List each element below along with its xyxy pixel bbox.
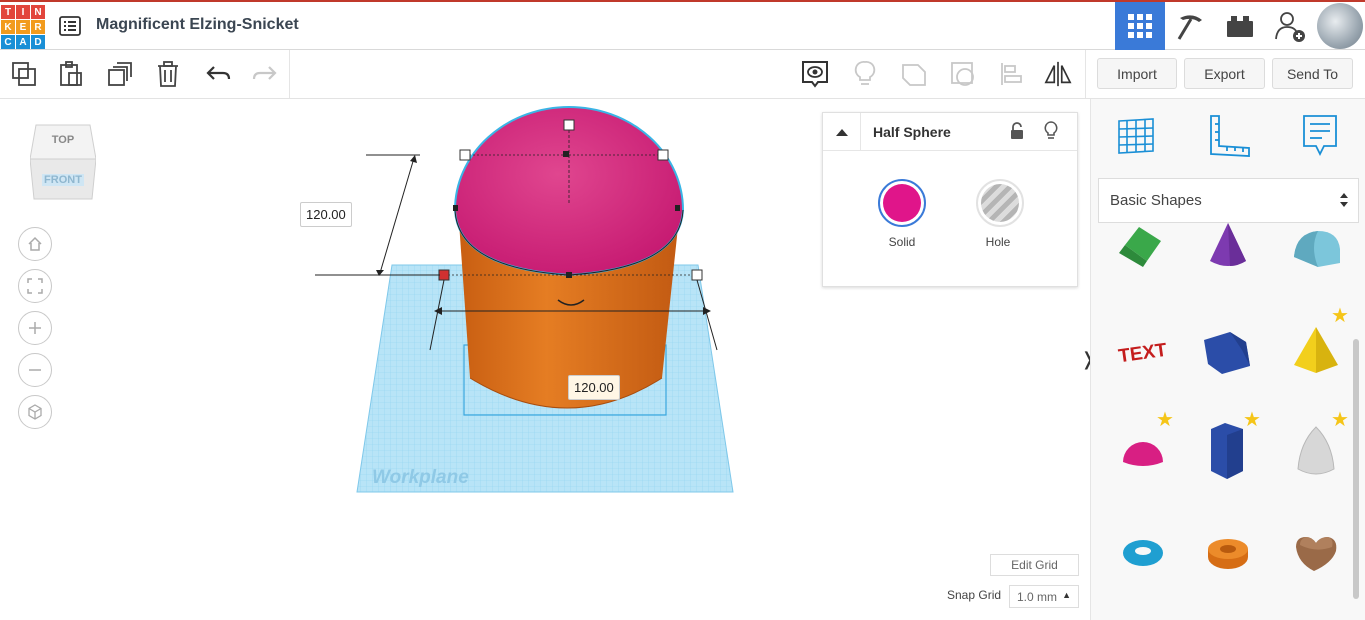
collapse-inspector-icon[interactable] <box>823 113 861 150</box>
export-button[interactable]: Export <box>1184 58 1265 89</box>
top-right-menu <box>1115 2 1365 50</box>
favorite-star-icon[interactable]: ★ <box>1243 407 1261 432</box>
import-button[interactable]: Import <box>1097 58 1177 89</box>
snap-grid-select[interactable]: 1.0 mm ▲ <box>1009 585 1079 608</box>
corner-handle[interactable] <box>657 149 669 161</box>
copy-icon[interactable] <box>10 60 38 88</box>
zoom-out-icon[interactable] <box>18 353 52 387</box>
logo-letter: I <box>16 5 30 19</box>
width-dimension[interactable]: 120.00 <box>568 375 620 400</box>
logo-letter: E <box>16 20 30 34</box>
shape-text[interactable]: TEXT <box>1113 321 1173 381</box>
hole-label: Hole <box>985 235 1011 249</box>
logo-letter: R <box>31 20 45 34</box>
lock-icon[interactable] <box>1009 122 1025 145</box>
edit-grid-button[interactable]: Edit Grid <box>990 554 1079 576</box>
bricks-icon[interactable] <box>1215 2 1265 50</box>
notes-icon[interactable] <box>1297 113 1343 159</box>
design-list-icon[interactable] <box>59 15 81 37</box>
delete-icon[interactable] <box>154 60 182 88</box>
design-title[interactable]: Magnificent Elzing-Snicket <box>96 16 299 34</box>
view-cube-front[interactable]: FRONT <box>42 174 84 186</box>
duplicate-icon[interactable] <box>106 60 134 88</box>
perspective-icon[interactable] <box>18 395 52 429</box>
logo-letter: A <box>16 35 30 49</box>
snap-grid-value: 1.0 mm <box>1017 589 1058 604</box>
panel-scrollbar[interactable] <box>1353 339 1359 599</box>
inspector-header: Half Sphere <box>823 113 1077 151</box>
home-view-icon[interactable] <box>18 227 52 261</box>
toolbar-divider <box>1085 50 1086 98</box>
notes-view-icon[interactable] <box>801 60 829 88</box>
corner-handle[interactable] <box>691 269 703 281</box>
shape-half-cylinder[interactable] <box>1286 216 1346 276</box>
caret-up-icon: ▲ <box>1062 590 1071 600</box>
shape-outline-icon[interactable] <box>900 60 928 88</box>
corner-handle[interactable] <box>459 149 471 161</box>
height-handle[interactable] <box>563 119 575 131</box>
toolbar-divider <box>289 50 290 98</box>
zoom-in-icon[interactable] <box>18 311 52 345</box>
shapes-panel: Basic Shapes TEXT ★ ★ ★ ★ <box>1090 99 1365 620</box>
shape-heart[interactable] <box>1286 523 1346 583</box>
undo-icon[interactable] <box>204 60 232 88</box>
favorite-star-icon[interactable]: ★ <box>1331 303 1349 328</box>
solid-label: Solid <box>888 235 916 249</box>
favorite-star-icon[interactable]: ★ <box>1331 407 1349 432</box>
send-to-button[interactable]: Send To <box>1272 58 1353 89</box>
inspector-shape-name: Half Sphere <box>873 124 951 140</box>
shape-pyramid[interactable] <box>1286 321 1346 381</box>
paste-icon[interactable] <box>57 60 85 88</box>
solid-color-swatch[interactable] <box>878 179 926 227</box>
favorite-star-icon[interactable]: ★ <box>1156 407 1174 432</box>
shape-inspector: Half Sphere Solid Hole <box>822 112 1078 287</box>
pickaxe-icon[interactable] <box>1165 2 1215 50</box>
light-bulb-icon[interactable] <box>1043 121 1059 146</box>
corner-handle[interactable] <box>438 269 450 281</box>
logo-letter: D <box>31 35 45 49</box>
workplane-grid-icon[interactable] <box>1113 113 1159 159</box>
view-cube-top[interactable]: TOP <box>30 134 96 146</box>
logo-letter: N <box>31 5 45 19</box>
svg-text:TEXT: TEXT <box>1117 340 1168 368</box>
height-dimension[interactable]: 120.00 <box>300 202 352 227</box>
light-bulb-icon[interactable] <box>851 60 879 88</box>
shape-roof[interactable] <box>1113 216 1173 276</box>
select-arrows-icon <box>1339 192 1349 212</box>
logo-letter: C <box>1 35 15 49</box>
fit-view-icon[interactable] <box>18 269 52 303</box>
snap-grid-label: Snap Grid <box>947 588 1002 602</box>
group-icon[interactable] <box>949 60 977 88</box>
logo-letter: K <box>1 20 15 34</box>
workplane-label: Workplane <box>372 467 469 488</box>
hole-swatch[interactable] <box>976 179 1024 227</box>
tinkercad-logo[interactable]: T I N K E R C A D <box>1 5 45 49</box>
view-cube[interactable]: TOP FRONT <box>30 123 96 201</box>
add-user-icon[interactable] <box>1265 2 1315 50</box>
shape-tube[interactable] <box>1198 523 1258 583</box>
shape-cone[interactable] <box>1198 216 1258 276</box>
grid-view-icon[interactable] <box>1115 2 1165 50</box>
shape-half-sphere[interactable] <box>1113 424 1173 484</box>
shape-polygon[interactable] <box>1198 321 1258 381</box>
avatar[interactable] <box>1317 3 1363 49</box>
top-bar: T I N K E R C A D Magnificent Elzing-Sni… <box>0 0 1365 50</box>
align-icon[interactable] <box>998 60 1026 88</box>
redo-icon[interactable] <box>251 60 279 88</box>
shape-category-value: Basic Shapes <box>1110 192 1202 209</box>
ruler-icon[interactable] <box>1206 113 1252 159</box>
shape-torus[interactable] <box>1113 523 1173 583</box>
logo-letter: T <box>1 5 15 19</box>
mirror-icon[interactable] <box>1044 60 1072 88</box>
profile-avatar[interactable] <box>1315 2 1365 50</box>
